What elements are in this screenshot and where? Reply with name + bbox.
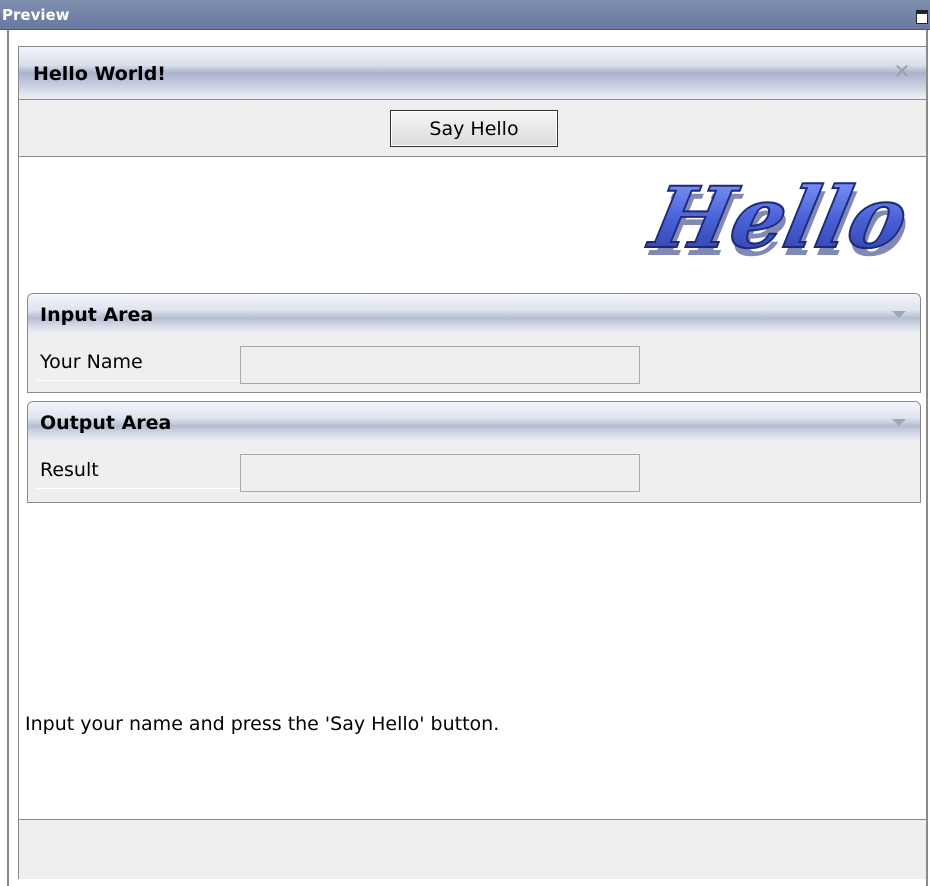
hello-logo: Hello Hello <box>640 168 919 273</box>
result-field[interactable] <box>240 454 640 492</box>
preview-titlebar: Preview <box>0 0 930 30</box>
window-title: Hello World! <box>33 63 166 85</box>
status-message: Input your name and press the 'Say Hello… <box>25 713 500 735</box>
input-area-panel: Input Area Your Name <box>27 293 921 393</box>
close-icon[interactable]: ✕ <box>892 61 912 81</box>
output-area-header[interactable]: Output Area <box>28 402 920 442</box>
your-name-input[interactable] <box>240 346 640 384</box>
frame-left-border <box>7 30 9 886</box>
input-area-header[interactable]: Input Area <box>28 294 920 334</box>
label-underline <box>36 488 240 489</box>
output-area-panel: Output Area Result <box>27 401 921 503</box>
say-hello-button[interactable]: Say Hello <box>390 110 558 147</box>
your-name-label: Your Name <box>40 351 143 373</box>
maximize-icon[interactable] <box>916 10 928 24</box>
preview-title: Preview <box>2 6 70 24</box>
result-label: Result <box>40 459 99 481</box>
window-footer <box>19 819 926 879</box>
window-header: Hello World! ✕ <box>19 47 926 100</box>
input-area-title: Input Area <box>40 304 154 326</box>
hello-logo-text: Hello <box>641 169 917 268</box>
toolbar: Say Hello <box>19 100 926 157</box>
triangle-down-icon[interactable] <box>892 311 906 318</box>
hello-world-window: Hello World! ✕ Say Hello Hello Hello Inp… <box>18 46 927 879</box>
label-underline <box>36 380 240 381</box>
triangle-down-icon[interactable] <box>892 419 906 426</box>
output-area-title: Output Area <box>40 412 172 434</box>
